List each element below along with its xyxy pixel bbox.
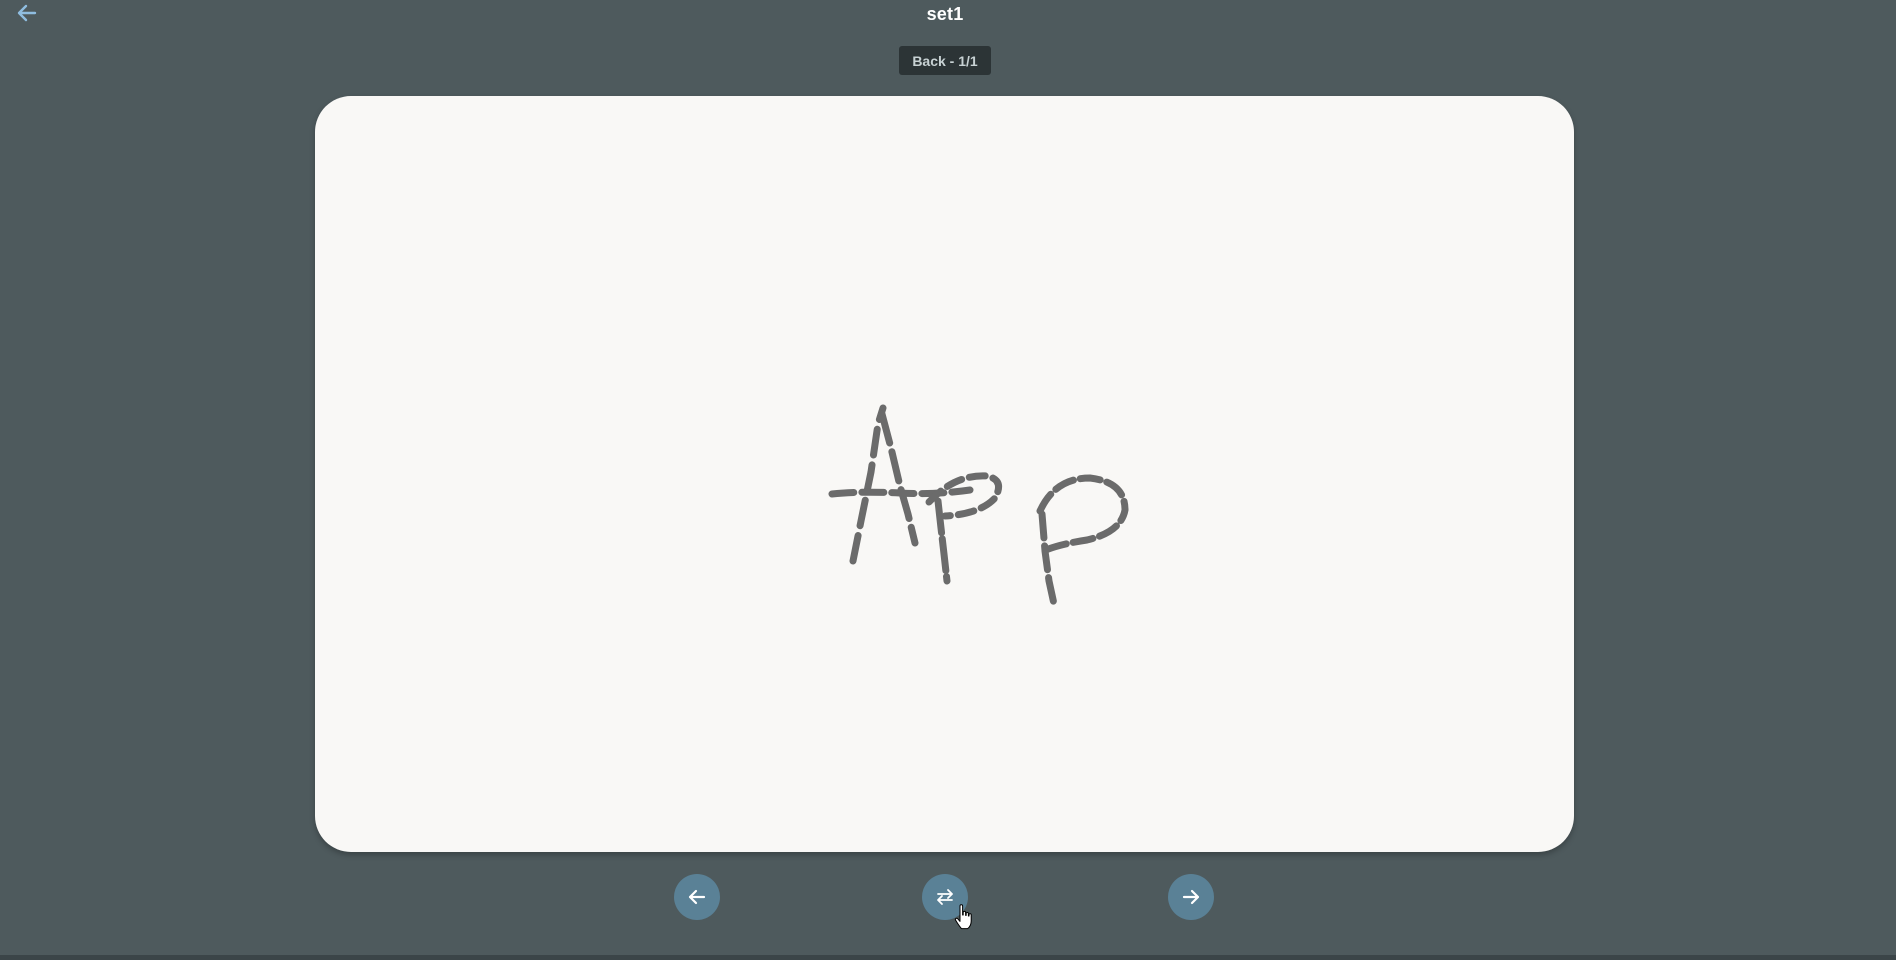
hand-pointer-cursor-icon [954,904,972,930]
card-side-badge: Back - 1/1 [899,46,991,75]
stroke-p2-stem [1038,510,1058,608]
previous-card-button[interactable] [674,874,720,920]
stroke-a-left [849,404,887,565]
stroke-p2-bowl [1036,474,1129,555]
flashcard-viewer: set1 Back - 1/1 [0,0,1896,960]
next-card-button[interactable] [1168,874,1214,920]
handwriting-drawing [828,404,1129,608]
stroke-a-crossbar [828,486,974,498]
arrow-right-icon [1182,889,1200,905]
flashcard[interactable] [315,96,1574,852]
arrow-left-icon [688,889,706,905]
bottom-edge [0,955,1896,960]
page-title: set1 [926,4,964,24]
stroke-a-right [878,410,919,547]
swap-arrows-icon [937,889,953,905]
